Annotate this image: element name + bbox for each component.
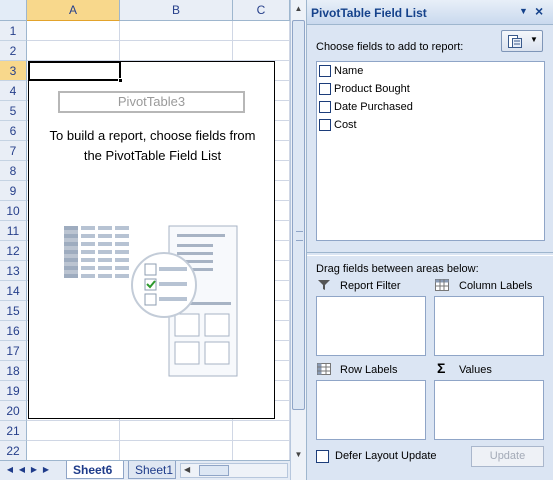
choose-fields-label: Choose fields to add to report: [316, 41, 464, 53]
defer-layout-label: Defer Layout Update [335, 450, 437, 462]
field-label: Name [334, 65, 364, 77]
cell[interactable] [120, 441, 233, 461]
field-label: Date Purchased [334, 101, 413, 113]
scroll-up-icon[interactable]: ▲ [293, 3, 304, 14]
filter-icon [318, 280, 330, 290]
horizontal-scroll-thumb[interactable] [199, 465, 229, 476]
pivot-field-list-pane: PivotTable Field List ▼ × Choose fields … [306, 0, 553, 480]
row-header-4[interactable]: 4 [0, 81, 27, 101]
cell[interactable] [233, 441, 290, 461]
cell[interactable] [27, 21, 120, 41]
vertical-scroll-thumb[interactable] [292, 20, 305, 410]
row-header-8[interactable]: 8 [0, 161, 27, 181]
row-header-7[interactable]: 7 [0, 141, 27, 161]
row-header-17[interactable]: 17 [0, 341, 27, 361]
cell[interactable] [27, 421, 120, 441]
defer-layout-checkbox[interactable] [316, 450, 329, 463]
row-header-3[interactable]: 3 [0, 61, 27, 81]
pivot-instructions: To build a report, choose fields from th… [33, 126, 272, 166]
column-labels-icon [435, 279, 449, 291]
layout-icon [508, 35, 522, 48]
row-labels-icon [317, 363, 331, 375]
cell[interactable] [120, 21, 233, 41]
sheet-tab-sheet1[interactable]: Sheet1 [128, 461, 176, 479]
sheet-tab-sheet6[interactable]: Sheet6 [66, 461, 124, 479]
row-labels-area[interactable] [316, 380, 426, 440]
row-header-22[interactable]: 22 [0, 441, 27, 461]
column-header-b[interactable]: B [120, 0, 233, 21]
row-header-13[interactable]: 13 [0, 261, 27, 281]
field-checkbox-name[interactable] [319, 65, 331, 77]
sigma-icon: Σ [437, 360, 446, 376]
row-header-15[interactable]: 15 [0, 301, 27, 321]
close-icon[interactable]: × [535, 3, 543, 19]
select-all-corner[interactable] [0, 0, 27, 21]
row-header-12[interactable]: 12 [0, 241, 27, 261]
pivot-table-name: PivotTable3 [58, 91, 245, 113]
row-header-2[interactable]: 2 [0, 41, 27, 61]
cell[interactable] [120, 421, 233, 441]
row-header-9[interactable]: 9 [0, 181, 27, 201]
cell[interactable] [233, 421, 290, 441]
row-header-21[interactable]: 21 [0, 421, 27, 441]
values-area[interactable] [434, 380, 544, 440]
column-header-c[interactable]: C [233, 0, 290, 21]
vertical-scrollbar[interactable]: ▲ ▼ [290, 0, 306, 480]
worksheet[interactable]: A B C 1 2 3 4 5 6 7 8 9 10 11 12 13 14 15 16 17 18 19 20 21 2… [0, 0, 290, 480]
cell[interactable] [120, 41, 233, 61]
fill-handle[interactable] [118, 78, 123, 83]
pivot-instructions-line1: To build a report, choose fields from [49, 128, 256, 143]
row-header-1[interactable]: 1 [0, 21, 27, 41]
pivot-illustration-icon [64, 225, 238, 377]
first-sheet-icon[interactable]: ◀ [5, 464, 15, 476]
values-label: Values [459, 364, 492, 376]
row-header-11[interactable]: 11 [0, 221, 27, 241]
column-labels-area[interactable] [434, 296, 544, 356]
row-header-19[interactable]: 19 [0, 381, 27, 401]
pivot-table-placeholder[interactable]: PivotTable3 To build a report, choose fi… [28, 61, 275, 419]
column-labels-label: Column Labels [459, 280, 533, 292]
cell[interactable] [27, 41, 120, 61]
row-header-10[interactable]: 10 [0, 201, 27, 221]
cell[interactable] [233, 41, 290, 61]
report-filter-area[interactable] [316, 296, 426, 356]
field-label: Cost [334, 119, 357, 131]
row-labels-label: Row Labels [340, 364, 398, 376]
row-header-20[interactable]: 20 [0, 401, 27, 421]
pane-splitter[interactable] [307, 252, 553, 256]
report-filter-label: Report Filter [340, 280, 401, 292]
field-list-box: Name Product Bought Date Purchased Cost [316, 61, 545, 241]
field-checkbox-date-purchased[interactable] [319, 101, 331, 113]
active-cell-a3[interactable] [28, 61, 123, 83]
column-header-a[interactable]: A [27, 0, 120, 21]
scroll-grip-icon [296, 231, 303, 241]
sheet-tab-bar: ◀ ◀ ▶ ▶ Sheet6 Sheet1 ◀ [0, 460, 290, 480]
drag-fields-label: Drag fields between areas below: [316, 263, 479, 275]
field-checkbox-product-bought[interactable] [319, 83, 331, 95]
row-header-18[interactable]: 18 [0, 361, 27, 381]
row-header-5[interactable]: 5 [0, 101, 27, 121]
pane-header: PivotTable Field List ▼ × [307, 0, 553, 25]
last-sheet-icon[interactable]: ▶ [41, 464, 51, 476]
chevron-down-icon: ▼ [530, 35, 538, 44]
pivot-instructions-line2: the PivotTable Field List [83, 148, 222, 163]
scroll-left-icon[interactable]: ◀ [184, 465, 190, 474]
cell[interactable] [233, 21, 290, 41]
row-header-14[interactable]: 14 [0, 281, 27, 301]
pane-title: PivotTable Field List [311, 6, 427, 20]
update-button[interactable]: Update [471, 446, 544, 467]
field-checkbox-cost[interactable] [319, 119, 331, 131]
row-header-16[interactable]: 16 [0, 321, 27, 341]
cell[interactable] [27, 441, 120, 461]
row-header-6[interactable]: 6 [0, 121, 27, 141]
next-sheet-icon[interactable]: ▶ [29, 464, 39, 476]
scroll-down-icon[interactable]: ▼ [293, 449, 304, 460]
pane-options-icon[interactable]: ▼ [519, 6, 528, 16]
horizontal-scrollbar[interactable]: ◀ [180, 463, 288, 478]
field-list-layout-button[interactable]: ▼ [501, 30, 543, 52]
excel-window: A B C 1 2 3 4 5 6 7 8 9 10 11 12 13 14 15 16 17 18 19 20 21 2… [0, 0, 553, 480]
prev-sheet-icon[interactable]: ◀ [17, 464, 27, 476]
field-label: Product Bought [334, 83, 410, 95]
